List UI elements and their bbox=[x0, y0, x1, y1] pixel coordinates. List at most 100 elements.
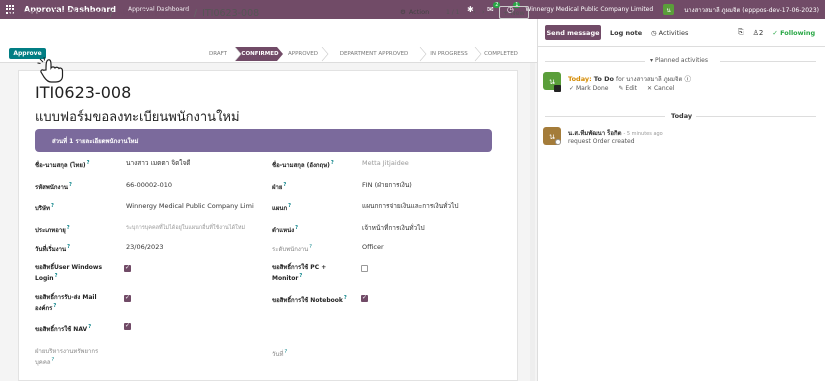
stage-draft[interactable]: DRAFT bbox=[199, 47, 237, 61]
message-author[interactable]: น.ส.ทีมพัฒนา ร็อกิต bbox=[568, 130, 622, 137]
activity-due: Today: bbox=[568, 75, 592, 83]
field-label-division: ฝ่าย? bbox=[272, 182, 287, 191]
new-button[interactable]: + New bbox=[499, 6, 529, 19]
action-menu-button[interactable]: ⚙ Action bbox=[400, 8, 429, 16]
field-value-employee-level[interactable]: Officer bbox=[362, 243, 384, 251]
checkbox-mail[interactable] bbox=[124, 294, 131, 302]
paperclip-icon[interactable]: ⎘ bbox=[738, 28, 744, 37]
new-label: New bbox=[510, 8, 525, 17]
stage-in-progress[interactable]: IN PROGRESS bbox=[424, 47, 474, 61]
user-avatar[interactable]: น bbox=[663, 4, 675, 15]
caret-down-icon: ▾ bbox=[650, 57, 654, 64]
today-divider-left bbox=[545, 116, 665, 117]
followers-count: 2 bbox=[758, 28, 764, 37]
pencil-icon: ✎ bbox=[618, 85, 624, 92]
followers-button[interactable]: ♙2 bbox=[753, 29, 764, 37]
section-banner: ส่วนที่ 1 รายละเอียดพนักงานใหม่ bbox=[35, 129, 492, 152]
field-value-name-english[interactable]: Metta Jitjaidee bbox=[362, 159, 409, 167]
form-title: แบบฟอร์มขอลงทะเบียนพนักงานใหม่ bbox=[35, 110, 240, 125]
action-label: Action bbox=[408, 8, 430, 16]
chatter-divider bbox=[537, 46, 825, 47]
activity-type: To Do bbox=[593, 75, 614, 83]
check-icon: ✓ bbox=[569, 85, 575, 92]
edit-label: Edit bbox=[625, 85, 638, 92]
check-icon: ✓ bbox=[772, 28, 778, 37]
checkbox-windows-login[interactable] bbox=[124, 264, 131, 272]
checkbox-notebook[interactable] bbox=[361, 294, 368, 302]
chat-icon[interactable]: ✉ 2 bbox=[485, 1, 501, 15]
planned-activities-toggle[interactable]: ▾ Planned activities bbox=[650, 57, 708, 64]
field-value-age-type[interactable]: ระบุการบุคคลที่ไม่ได้อยู่ในแผนกอื่นที่ใช… bbox=[126, 224, 245, 232]
chevron-right-icon[interactable]: › bbox=[482, 8, 485, 16]
planned-activities-label: Planned activities bbox=[654, 57, 708, 64]
activities-button[interactable]: ◷ Activities bbox=[651, 29, 688, 37]
field-value-start-date[interactable]: 23/06/2023 bbox=[126, 243, 163, 251]
cancel-label: Cancel bbox=[653, 85, 675, 92]
stage-completed[interactable]: COMPLETED bbox=[480, 47, 522, 61]
breadcrumb-current: ITI0623-008 bbox=[202, 8, 260, 19]
log-note-button[interactable]: Log note bbox=[610, 29, 642, 37]
plus-icon: + bbox=[503, 8, 509, 17]
close-icon: ✕ bbox=[647, 85, 653, 92]
field-label-department: แผนก? bbox=[272, 203, 292, 212]
planned-divider-right bbox=[720, 61, 816, 62]
breadcrumb-separator: / bbox=[109, 8, 113, 19]
checkbox-nav[interactable] bbox=[124, 322, 131, 330]
field-label-hr-department: ฝ่ายบริหารงานทรัพยากรบุคคล? bbox=[35, 348, 99, 366]
message-header: น.ส.ทีมพัฒนา ร็อกิต - 5 minutes ago bbox=[568, 128, 663, 138]
breadcrumb-approval-dashboard[interactable]: Approval Dashboard bbox=[8, 8, 105, 19]
field-label-position: ตำแหน่ง? bbox=[272, 225, 299, 234]
chevron-left-icon[interactable]: ‹ bbox=[473, 8, 476, 16]
field-label-company: บริษัท? bbox=[35, 203, 54, 212]
record-reference: ITI0623-008 bbox=[35, 83, 132, 102]
user-menu[interactable]: นางสาวสมาลี ภูผมจิต (epppos-dev-17-06-20… bbox=[684, 5, 819, 15]
gear-icon: ⚙ bbox=[400, 8, 406, 16]
breadcrumb-separator: / bbox=[193, 8, 198, 19]
checkbox-pc-monitor[interactable] bbox=[361, 265, 368, 272]
todo-badge-icon bbox=[554, 85, 561, 92]
activity-actions: ✓ Mark Done ✎ Edit ✕ Cancel bbox=[569, 85, 674, 92]
edit-activity-button[interactable]: ✎ Edit bbox=[618, 85, 637, 92]
stage-confirmed[interactable]: CONFIRMED bbox=[239, 47, 281, 61]
message-time: - 5 minutes ago bbox=[623, 131, 663, 137]
activity-assignee: for นางสาวสมาลี ภูผมจิต bbox=[616, 76, 683, 83]
planned-divider-left bbox=[545, 61, 645, 62]
check-label-mail: ขอสิทธิ์การรับ-ส่ง Mail องค์กร? bbox=[35, 294, 97, 312]
field-value-employee-code[interactable]: 66-00002-010 bbox=[126, 181, 172, 189]
activity-item: Today: To Do for นางสาวสมาลี ภูผมจิต ⓘ bbox=[568, 73, 691, 84]
mark-done-button[interactable]: ✓ Mark Done bbox=[569, 85, 608, 92]
check-label-pc-monitor: ขอสิทธิ์การใช้ PC + Monitor? bbox=[272, 264, 327, 282]
message-body: request Order created bbox=[568, 138, 635, 145]
chatter-toolbar: ⎘ ♙2 ✓ Following bbox=[738, 28, 815, 37]
field-value-position[interactable]: เจ้าหน้าที่การเงินทั่วไป bbox=[362, 224, 425, 232]
cancel-activity-button[interactable]: ✕ Cancel bbox=[647, 85, 674, 92]
pager-value[interactable]: 1 / 1 bbox=[446, 9, 459, 16]
status-dot-icon bbox=[555, 139, 561, 145]
info-icon[interactable]: ⓘ bbox=[685, 75, 692, 83]
field-label-employee-code: รหัสพนักงาน? bbox=[35, 182, 72, 191]
field-label-name-thai: ชื่อ-นามสกุล (ไทย)? bbox=[35, 160, 90, 169]
field-value-division[interactable]: FIN (ฝ่ายการเงิน) bbox=[362, 181, 412, 189]
mark-done-label: Mark Done bbox=[575, 85, 609, 92]
scrollbar[interactable] bbox=[530, 63, 535, 381]
check-label-windows-login: ขอสิทธิ์User Windows Login? bbox=[35, 264, 103, 282]
check-label-notebook: ขอสิทธิ์การใช้ Notebook? bbox=[272, 295, 347, 304]
field-value-company[interactable]: Winnergy Medical Public Company Limi bbox=[126, 202, 254, 210]
send-message-button[interactable]: Send message bbox=[545, 25, 601, 40]
clock-icon: ◷ bbox=[651, 29, 657, 37]
field-value-department[interactable]: แผนกการจ่ายเงินและการเงินทั่วไป bbox=[362, 202, 458, 210]
stage-approved[interactable]: APPROVED bbox=[283, 47, 323, 61]
breadcrumb-new-employee[interactable]: New Employee bbox=[118, 8, 189, 19]
field-label-start-date: วันที่เริ่มงาน? bbox=[35, 244, 70, 253]
field-label-name-english: ชื่อ-นามสกุล (อังกฤษ)? bbox=[272, 160, 334, 169]
hand-pointer-icon bbox=[37, 57, 64, 83]
today-separator: Today bbox=[671, 112, 693, 120]
following-button[interactable]: ✓ Following bbox=[772, 29, 815, 37]
field-value-name-thai[interactable]: นางสาว เมตตา จิตใจดี bbox=[126, 159, 191, 167]
control-panel bbox=[0, 19, 537, 47]
stage-department-approved[interactable]: DEPARTMENT APPROVED bbox=[329, 47, 419, 61]
check-label-nav: ขอสิทธิ์การใช้ NAV? bbox=[35, 324, 92, 333]
field-label-date: วันที่? bbox=[272, 349, 288, 358]
company-switcher[interactable]: Winnergy Medical Public Company Limited bbox=[525, 6, 653, 13]
field-label-age-type: ประเภทอายุ? bbox=[35, 225, 70, 234]
